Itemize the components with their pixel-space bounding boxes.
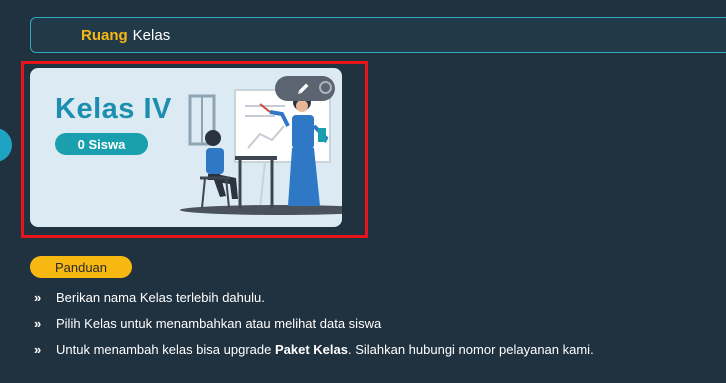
guide-item-text: Berikan nama Kelas terlebih dahulu. xyxy=(56,290,265,305)
header-accent: Ruang xyxy=(81,26,128,44)
guide-item-text-post: . Silahkan hubungi nomor pelayanan kami. xyxy=(347,342,594,357)
chevron-right-icon: » xyxy=(34,290,42,305)
page-header: Ruang Kelas xyxy=(30,17,726,53)
paket-kelas-link: Paket Kelas xyxy=(274,342,348,357)
guide-item-text-pre: Untuk menambah kelas bisa upgrade xyxy=(56,342,275,357)
more-options-icon[interactable] xyxy=(319,81,332,94)
chevron-right-icon: » xyxy=(34,342,42,357)
guide-item: » Pilih Kelas untuk menambahkan atau mel… xyxy=(34,316,594,342)
edit-class-button[interactable] xyxy=(275,76,335,101)
class-card[interactable]: Kelas IV 0 Siswa xyxy=(30,68,342,227)
header-title: Kelas xyxy=(132,26,171,44)
guide-list: » Berikan nama Kelas terlebih dahulu. » … xyxy=(34,290,594,368)
class-name: Kelas IV xyxy=(55,93,172,125)
chevron-right-icon: » xyxy=(34,316,42,331)
guide-item: » Berikan nama Kelas terlebih dahulu. xyxy=(34,290,594,316)
guide-item-text: Untuk menambah kelas bisa upgrade Paket … xyxy=(56,342,594,357)
guide-label: Panduan xyxy=(30,256,132,278)
student-count-badge: 0 Siswa xyxy=(55,133,148,155)
pencil-icon xyxy=(298,83,309,94)
guide-item-text: Pilih Kelas untuk menambahkan atau melih… xyxy=(56,316,382,331)
guide-item: » Untuk menambah kelas bisa upgrade Pake… xyxy=(34,342,594,368)
sidebar-toggle-handle[interactable] xyxy=(0,128,12,162)
